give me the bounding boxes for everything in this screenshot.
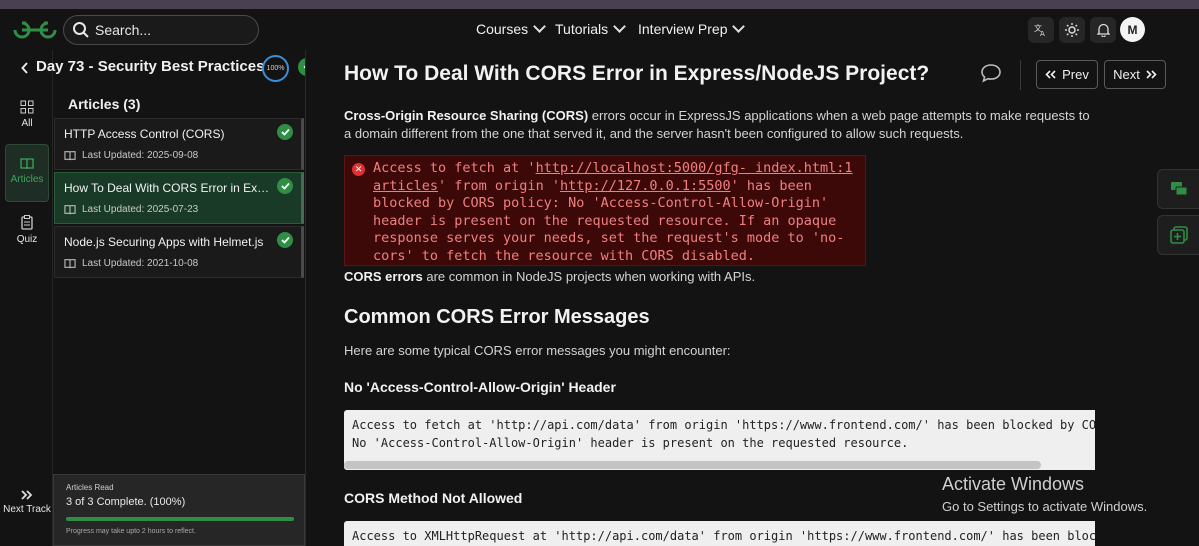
comment-icon[interactable] — [980, 63, 1002, 83]
intro-paragraph: Cross-Origin Resource Sharing (CORS) err… — [344, 107, 1096, 143]
article-card-updated: Last Updated: 2025-09-08 — [82, 150, 199, 161]
subheading-2: CORS Method Not Allowed — [344, 490, 523, 506]
intro-bold: Cross-Origin Resource Sharing (CORS) — [344, 108, 589, 123]
translate-icon: 文 A — [1034, 23, 1045, 37]
next-track-button[interactable]: Next Track — [2, 490, 52, 515]
articles-heading: Articles (3) — [68, 96, 141, 112]
avatar[interactable]: M — [1120, 17, 1145, 42]
double-chevron-right-icon — [1146, 70, 1157, 79]
day-title: Day 73 - Security Best Practices — [36, 58, 265, 75]
window-top-strip — [0, 0, 1199, 9]
prev-label: Prev — [1062, 67, 1089, 82]
nav-courses[interactable]: Courses — [476, 20, 547, 37]
code-text-2: Access to XMLHttpRequest at 'http://api.… — [352, 529, 1095, 543]
article-card-active[interactable]: How To Deal With CORS Error in Express/N… — [54, 172, 304, 224]
error-link[interactable]: articles — [373, 178, 438, 194]
article-card[interactable]: HTTP Access Control (CORS) Last Updated:… — [54, 118, 304, 170]
article-card-title: How To Deal With CORS Error in Express/N… — [64, 181, 270, 195]
progress-ring: 100% — [262, 55, 289, 82]
grid-icon — [20, 100, 34, 114]
subheading-1: No 'Access-Control-Allow-Origin' Header — [344, 379, 616, 395]
error-screenshot-box: ✕ Access to fetch at 'http://localhost:5… — [344, 155, 866, 266]
nav-tutorials[interactable]: Tutorials — [555, 20, 627, 37]
completed-check-icon — [277, 232, 293, 248]
rail-item-quiz[interactable]: Quiz — [5, 215, 49, 245]
chevron-down-icon — [533, 20, 547, 33]
section-intro: Here are some typical CORS error message… — [344, 343, 731, 358]
article-content: How To Deal With CORS Error in Express/N… — [306, 50, 1199, 546]
article-card-title: HTTP Access Control (CORS) — [64, 127, 225, 141]
articles-read-box: Articles Read 3 of 3 Complete. (100%) Pr… — [53, 474, 305, 546]
article-card-updated: Last Updated: 2021-10-08 — [82, 258, 199, 269]
rail-articles-label: Articles — [10, 174, 44, 185]
code-block-2: Access to XMLHttpRequest at 'http://api.… — [344, 521, 1095, 546]
read-progress-bar — [66, 517, 294, 521]
add-note-icon — [1169, 226, 1188, 244]
chevron-down-icon — [613, 20, 627, 33]
chat-icon — [1170, 182, 1187, 196]
completed-check-icon — [277, 178, 293, 194]
search-box[interactable]: Search... — [63, 15, 259, 45]
watermark-line1: Activate Windows — [942, 474, 1085, 494]
article-card-updated: Last Updated: 2025-07-23 — [82, 204, 199, 215]
bell-icon — [1096, 23, 1110, 37]
code-block-1: Access to fetch at 'http://api.com/data'… — [344, 410, 1095, 470]
nav-tutorials-label: Tutorials — [555, 21, 609, 37]
article-card[interactable]: Node.js Securing Apps with Helmet.js Las… — [54, 226, 304, 278]
watermark-line2: Go to Settings to activate Windows. — [942, 499, 1148, 514]
rail-item-articles[interactable]: Articles — [5, 144, 49, 202]
book-icon — [20, 158, 34, 170]
gfg-logo[interactable] — [12, 19, 58, 41]
header-separator — [1020, 60, 1021, 90]
top-header: Search... Courses Tutorials Interview Pr… — [0, 9, 1199, 50]
error-x-icon: ✕ — [352, 163, 365, 176]
nav-courses-label: Courses — [476, 21, 529, 37]
translate-button[interactable]: 文 A — [1028, 17, 1054, 43]
read-progress-fill — [66, 517, 294, 521]
notifications-button[interactable] — [1090, 17, 1116, 43]
search-icon — [73, 22, 89, 38]
book-icon — [64, 259, 76, 269]
articles-read-status: 3 of 3 Complete. (100%) — [66, 496, 186, 508]
chevron-down-icon — [732, 20, 746, 33]
prev-button[interactable]: Prev — [1036, 60, 1098, 89]
article-title: How To Deal With CORS Error in Express/N… — [344, 62, 930, 85]
cors-bold: CORS errors — [344, 269, 423, 284]
code-text-1: Access to fetch at 'http://api.com/data'… — [352, 418, 1095, 450]
rail-quiz-label: Quiz — [16, 234, 38, 245]
double-chevron-left-icon — [1045, 70, 1056, 79]
cors-rest: are common in NodeJS projects when worki… — [422, 269, 756, 284]
cors-paragraph: CORS errors are common in NodeJS project… — [344, 268, 1096, 286]
svg-text:A: A — [1040, 30, 1045, 37]
chat-fab-button[interactable] — [1157, 169, 1199, 209]
theme-toggle-button[interactable] — [1059, 17, 1085, 43]
sun-icon — [1065, 23, 1079, 37]
error-link[interactable]: http://localhost:5000/gfg- index.html:1 — [536, 160, 853, 176]
rail-all-label: All — [21, 118, 33, 129]
book-icon — [64, 151, 76, 161]
activate-windows-watermark: Activate Windows Go to Settings to activ… — [942, 474, 1147, 514]
sidebar-rail: All Articles Quiz Next Track — [0, 50, 53, 546]
nav-interview-prep[interactable]: Interview Prep — [638, 20, 746, 37]
next-track-label: Next Track — [3, 504, 51, 515]
book-icon — [64, 205, 76, 215]
articles-read-label: Articles Read — [66, 483, 114, 492]
section-heading: Common CORS Error Messages — [344, 306, 650, 328]
horizontal-scrollbar[interactable] — [344, 461, 1041, 469]
back-chevron-icon[interactable] — [21, 62, 29, 74]
error-text: Access to fetch at 'http://localhost:500… — [373, 160, 853, 264]
double-chevron-right-icon — [21, 490, 33, 500]
rail-item-all[interactable]: All — [5, 100, 49, 129]
progress-note: Progress may take upto 2 hours to reflec… — [66, 528, 196, 535]
completed-check-icon — [277, 124, 293, 140]
next-button[interactable]: Next — [1104, 60, 1166, 89]
article-card-title: Node.js Securing Apps with Helmet.js — [64, 235, 264, 249]
error-link[interactable]: http://127.0.0.1:5500 — [560, 178, 731, 194]
search-input[interactable]: Search... — [95, 22, 151, 38]
clipboard-icon — [21, 215, 33, 230]
nav-interview-prep-label: Interview Prep — [638, 21, 728, 37]
add-note-fab-button[interactable] — [1157, 215, 1199, 255]
next-label: Next — [1113, 67, 1140, 82]
